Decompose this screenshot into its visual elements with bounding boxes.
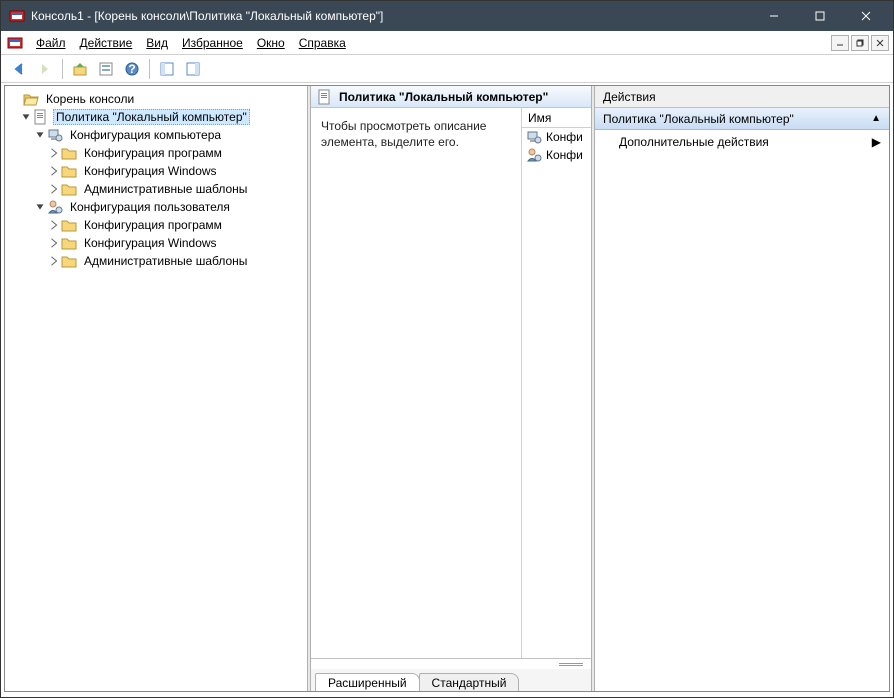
mmc-icon [7, 35, 23, 51]
list-item-label: Конфи [546, 130, 583, 144]
expand-icon[interactable] [33, 200, 47, 214]
expand-icon[interactable] [19, 110, 33, 124]
tree-item[interactable]: Административные шаблоны [7, 180, 305, 198]
expand-icon[interactable] [33, 128, 47, 142]
description-text: Чтобы просмотреть описание элемента, выд… [311, 108, 521, 658]
view-tabs: Расширенный Стандартный [311, 669, 591, 691]
items-list: Имя Конфи Конфи [521, 108, 591, 658]
menu-window[interactable]: Окно [250, 34, 292, 52]
menu-action[interactable]: Действие [73, 34, 140, 52]
document-icon [33, 109, 49, 125]
list-item-label: Конфи [546, 148, 583, 162]
mdi-close-button[interactable] [871, 35, 889, 51]
resize-grip[interactable] [311, 659, 591, 669]
tree-user-config[interactable]: Конфигурация пользователя [7, 198, 305, 216]
mdi-restore-button[interactable] [851, 35, 869, 51]
tree-label: Конфигурация компьютера [67, 127, 224, 143]
details-body: Чтобы просмотреть описание элемента, выд… [311, 108, 591, 659]
tree-label: Конфигурация программ [81, 145, 225, 161]
tree-label: Конфигурация пользователя [67, 199, 233, 215]
tree-item[interactable]: Конфигурация программ [7, 216, 305, 234]
main-window: Консоль1 - [Корень консоли\Политика "Лок… [0, 0, 894, 698]
column-header-name[interactable]: Имя [522, 108, 591, 128]
tree-label: Административные шаблоны [81, 181, 250, 197]
forward-button[interactable] [33, 58, 57, 80]
folder-icon [61, 163, 77, 179]
actions-group-label: Политика "Локальный компьютер" [603, 112, 794, 126]
folder-icon [61, 253, 77, 269]
computer-icon [47, 127, 63, 143]
folder-open-icon [23, 91, 39, 107]
body: Корень консоли Политика "Локальный компь… [4, 85, 890, 692]
actions-title: Действия [595, 86, 889, 108]
menu-help[interactable]: Справка [292, 34, 353, 52]
menu-view[interactable]: Вид [139, 34, 175, 52]
tree-item[interactable]: Конфигурация программ [7, 144, 305, 162]
twisty-icon[interactable] [9, 92, 23, 106]
tree-root[interactable]: Корень консоли [7, 90, 305, 108]
menu-favorites[interactable]: Избранное [175, 34, 250, 52]
expand-icon[interactable] [47, 182, 61, 196]
folder-icon [61, 217, 77, 233]
show-actions-button[interactable] [181, 58, 205, 80]
computer-icon [526, 129, 542, 145]
expand-icon[interactable] [47, 236, 61, 250]
tree-label: Конфигурация Windows [81, 163, 220, 179]
action-more[interactable]: Дополнительные действия ▶ [595, 130, 889, 154]
maximize-button[interactable] [797, 1, 843, 31]
tree-label: Политика "Локальный компьютер" [53, 109, 250, 125]
tree-label: Административные шаблоны [81, 253, 250, 269]
minimize-button[interactable] [751, 1, 797, 31]
collapse-icon: ▲ [871, 113, 881, 124]
user-icon [526, 147, 542, 163]
up-button[interactable] [68, 58, 92, 80]
mdi-minimize-button[interactable] [831, 35, 849, 51]
tree-label: Конфигурация программ [81, 217, 225, 233]
tree-computer-config[interactable]: Конфигурация компьютера [7, 126, 305, 144]
titlebar: Консоль1 - [Корень консоли\Политика "Лок… [1, 1, 893, 31]
tree-item[interactable]: Административные шаблоны [7, 252, 305, 270]
document-icon [317, 89, 333, 105]
submenu-arrow-icon: ▶ [872, 135, 881, 149]
tab-standard[interactable]: Стандартный [419, 673, 520, 691]
actions-group-header[interactable]: Политика "Локальный компьютер" ▲ [595, 108, 889, 130]
folder-icon [61, 145, 77, 161]
tab-extended[interactable]: Расширенный [315, 673, 420, 691]
details-title: Политика "Локальный компьютер" [339, 90, 548, 104]
menu-file[interactable]: Файл [29, 34, 73, 52]
details-header: Политика "Локальный компьютер" [311, 86, 591, 108]
user-icon [47, 199, 63, 215]
folder-icon [61, 235, 77, 251]
list-item[interactable]: Конфи [522, 128, 591, 146]
toolbar [1, 55, 893, 83]
expand-icon[interactable] [47, 146, 61, 160]
help-button[interactable] [120, 58, 144, 80]
actions-pane: Действия Политика "Локальный компьютер" … [595, 86, 889, 691]
properties-button[interactable] [94, 58, 118, 80]
window-title: Консоль1 - [Корень консоли\Политика "Лок… [31, 9, 751, 23]
expand-icon[interactable] [47, 254, 61, 268]
tree-pane: Корень консоли Политика "Локальный компь… [5, 86, 307, 691]
action-label: Дополнительные действия [619, 135, 769, 149]
back-button[interactable] [7, 58, 31, 80]
list-item[interactable]: Конфи [522, 146, 591, 164]
details-pane: Политика "Локальный компьютер" Чтобы про… [311, 86, 591, 691]
tree-label: Конфигурация Windows [81, 235, 220, 251]
folder-icon [61, 181, 77, 197]
menubar: Файл Действие Вид Избранное Окно Справка [1, 31, 893, 55]
close-button[interactable] [843, 1, 889, 31]
tree-item[interactable]: Конфигурация Windows [7, 162, 305, 180]
tree-label: Корень консоли [43, 91, 137, 107]
expand-icon[interactable] [47, 164, 61, 178]
app-icon [9, 8, 25, 24]
expand-icon[interactable] [47, 218, 61, 232]
console-tree[interactable]: Корень консоли Политика "Локальный компь… [5, 86, 307, 691]
tree-policy[interactable]: Политика "Локальный компьютер" [7, 108, 305, 126]
tree-item[interactable]: Конфигурация Windows [7, 234, 305, 252]
show-tree-button[interactable] [155, 58, 179, 80]
